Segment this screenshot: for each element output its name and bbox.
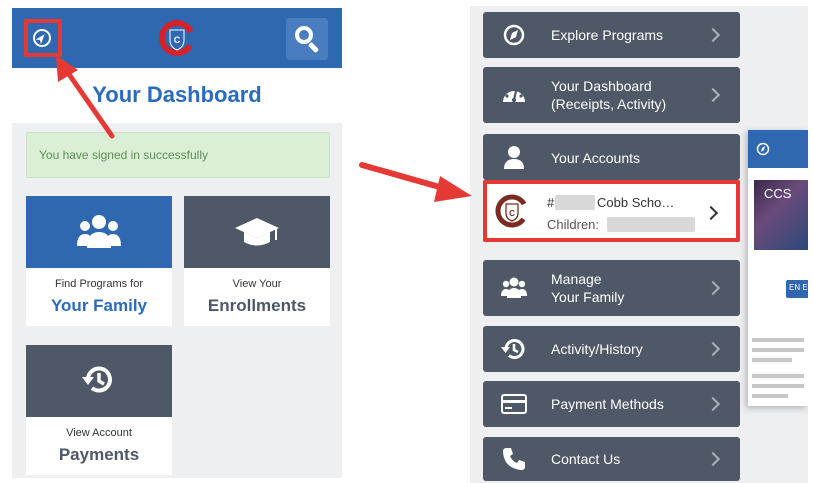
phone-icon (503, 448, 525, 470)
menu-item-label: Explore Programs (551, 27, 664, 43)
users-icon (501, 277, 527, 298)
account-card[interactable]: C # Cobb Scho… Children: (483, 180, 740, 242)
dashboard-screen: C Your Dashboard You have signed in succ… (12, 8, 342, 478)
graduation-cap-icon (235, 218, 279, 246)
chevron-right-icon (705, 341, 721, 357)
svg-text:C: C (509, 209, 515, 218)
menu-item-manage-family[interactable]: Manage Your Family (483, 260, 740, 316)
children-label: Children: (547, 217, 600, 232)
chevron-right-icon (703, 205, 719, 221)
menu-item-label: Manage (551, 271, 602, 287)
success-alert: You have signed in successfully (26, 132, 330, 178)
redacted-account-number (555, 195, 595, 210)
menu-item-label: Your Accounts (551, 150, 640, 166)
cobb-logo-icon: C (159, 20, 195, 56)
title-area: Your Dashboard (12, 68, 342, 123)
compass-icon (756, 142, 770, 156)
tile-subtitle: View Your (232, 278, 282, 290)
history-icon (82, 366, 112, 393)
hero-text: CCS (764, 186, 792, 201)
users-icon (77, 215, 121, 248)
top-navbar: C (12, 8, 342, 68)
alert-text: You have signed in successfully (39, 148, 208, 162)
background-page-preview: CCS EN E (748, 130, 808, 406)
highlight-box (24, 19, 62, 57)
cobb-logo-icon: C (495, 194, 529, 228)
tile-subtitle: Find Programs for (54, 278, 144, 290)
menu-item-label: Your Dashboard (551, 78, 652, 94)
menu-item-label: Activity/History (551, 341, 643, 357)
menu-screen: CCS EN E Explore Programs Your Dashboard… (470, 6, 808, 483)
chevron-right-icon (705, 87, 721, 103)
view-enrollments-tile[interactable]: View Your Enrollments (184, 196, 330, 326)
tile-title: Enrollments (207, 296, 307, 315)
account-name: Cobb Scho… (597, 195, 675, 210)
menu-item-sublabel: (Receipts, Activity) (551, 96, 667, 112)
menu-item-label: Payment Methods (551, 396, 664, 412)
chevron-right-icon (705, 396, 721, 412)
hero-image: CCS (754, 180, 808, 250)
menu-item-sublabel: Your Family (551, 289, 625, 305)
find-programs-tile[interactable]: Find Programs for Your Family (26, 196, 172, 326)
account-number: # (547, 195, 555, 210)
menu-item-explore-programs[interactable]: Explore Programs (483, 12, 740, 58)
user-icon (504, 146, 524, 169)
tutorial-composite: C Your Dashboard You have signed in succ… (0, 0, 813, 483)
dashboard-gauge-icon (503, 88, 525, 103)
menu-item-your-accounts[interactable]: Your Accounts (483, 134, 740, 180)
history-icon (501, 339, 525, 359)
svg-text:C: C (174, 35, 181, 45)
enroll-button[interactable]: EN E (786, 280, 808, 298)
chevron-right-icon (705, 451, 721, 467)
credit-card-icon (501, 394, 527, 414)
tile-title: Payments (58, 445, 140, 464)
search-button[interactable] (286, 18, 328, 60)
tile-subtitle: View Account (66, 427, 132, 439)
menu-item-your-dashboard[interactable]: Your Dashboard (Receipts, Activity) (483, 67, 740, 123)
tile-title: Your Family (50, 296, 148, 315)
compass-icon (503, 24, 525, 46)
view-payments-tile[interactable]: View Account Payments (26, 345, 172, 475)
redacted-children-names (607, 217, 695, 232)
menu-item-activity-history[interactable]: Activity/History (483, 326, 740, 372)
menu-item-payment-methods[interactable]: Payment Methods (483, 381, 740, 427)
chevron-right-icon (705, 280, 721, 296)
menu-item-contact-us[interactable]: Contact Us (483, 437, 740, 481)
page-title: Your Dashboard (92, 82, 262, 107)
arrow-to-account (359, 162, 453, 193)
menu-item-label: Contact Us (551, 451, 621, 467)
chevron-right-icon (705, 27, 721, 43)
arrow-head (434, 176, 472, 202)
